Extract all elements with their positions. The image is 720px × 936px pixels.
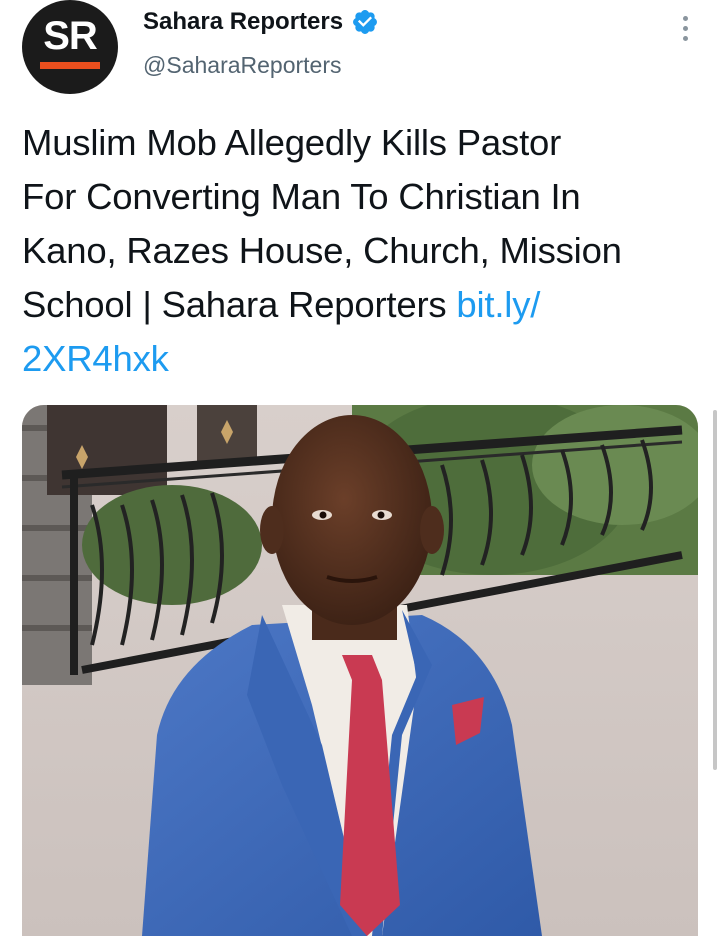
tweet-media-photo[interactable] <box>22 405 698 936</box>
tweet[interactable]: SR Sahara Reporters @SaharaReporters Mus… <box>0 0 720 936</box>
tweet-text-line: For Converting Man To Christian In <box>22 176 581 217</box>
verified-badge-icon <box>353 10 378 34</box>
author-name-row[interactable]: Sahara Reporters <box>143 8 379 36</box>
tweet-text-line: Kano, Razes House, Church, Mission <box>22 230 622 271</box>
tweet-text-line: School | Sahara Reporters bit.ly/ <box>22 278 702 332</box>
tweet-text-line: Muslim Mob Allegedly Kills Pastor <box>22 122 562 163</box>
tweet-text: Muslim Mob Allegedly Kills Pastor For Co… <box>22 116 702 386</box>
author-handle[interactable]: @SaharaReporters <box>143 52 342 79</box>
avatar-logo-text: SR <box>43 14 98 58</box>
photo-pastor-in-blue-suit <box>22 405 698 936</box>
page-scrollbar[interactable] <box>713 410 717 770</box>
tweet-link-continued[interactable]: 2XR4hxk <box>22 332 702 386</box>
more-dot <box>682 35 688 41</box>
tweet-link[interactable]: bit.ly/ <box>456 284 540 325</box>
avatar[interactable]: SR <box>22 0 118 94</box>
author-display-name[interactable]: Sahara Reporters <box>143 8 343 36</box>
avatar-logo-bar <box>40 62 100 69</box>
tweet-text-fragment: School | Sahara Reporters <box>22 284 457 325</box>
more-dot <box>682 25 688 31</box>
more-vertical-icon[interactable] <box>670 8 700 48</box>
more-dot <box>682 15 688 21</box>
